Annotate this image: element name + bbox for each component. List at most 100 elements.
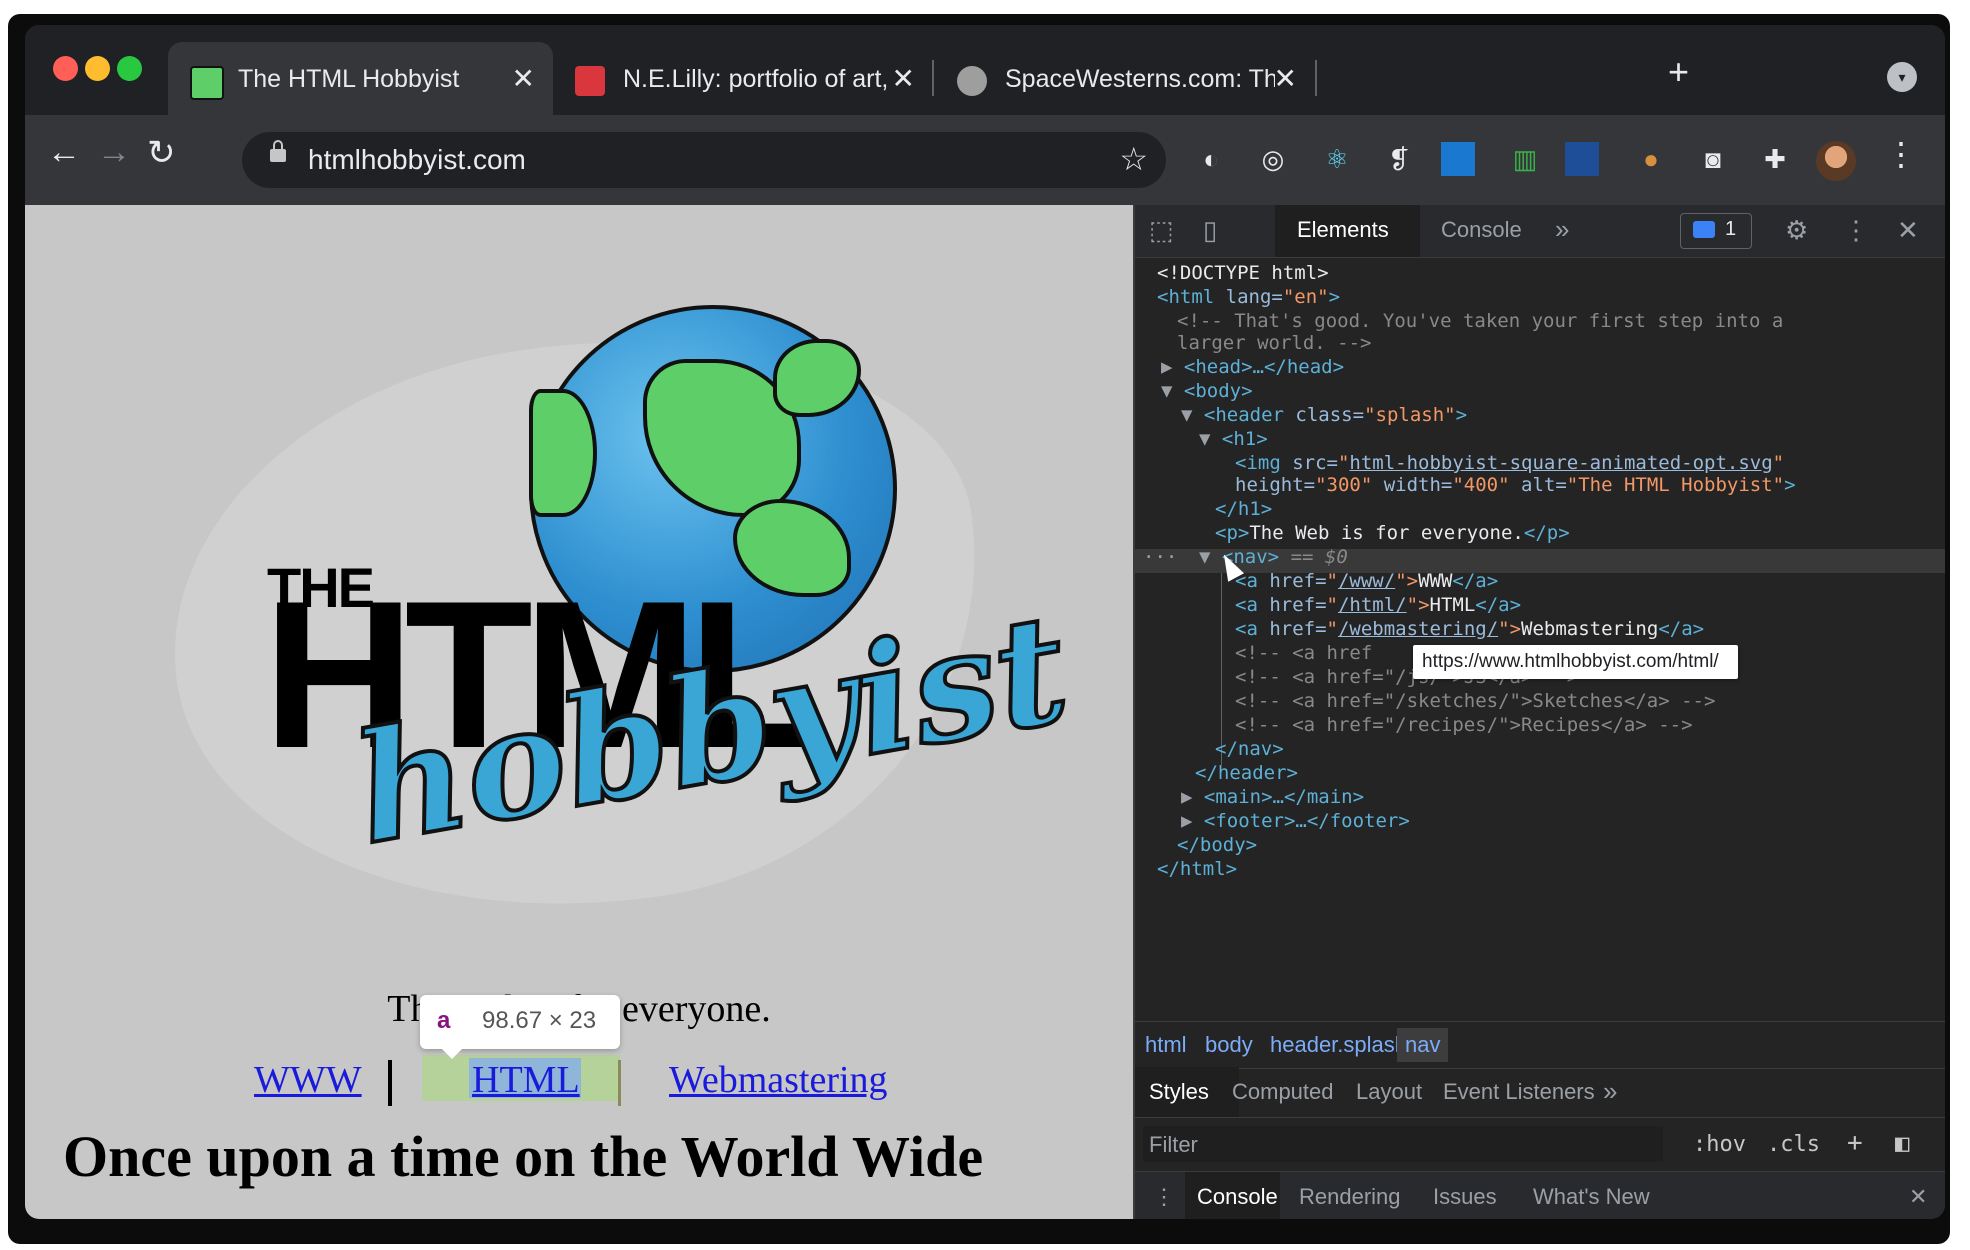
lock-icon[interactable] (270, 140, 286, 162)
nav-link-html[interactable]: HTML (472, 1058, 580, 1102)
camera-icon[interactable]: ◙ (1691, 137, 1735, 181)
tab-computed[interactable]: Computed (1232, 1079, 1334, 1105)
tab-styles[interactable]: Styles (1149, 1079, 1209, 1105)
dom-line[interactable]: </body> (1177, 833, 1257, 857)
cls-button[interactable]: .cls (1767, 1132, 1820, 1157)
drawer-tab-rendering[interactable]: Rendering (1299, 1184, 1401, 1210)
cookie-icon[interactable]: ● (1629, 137, 1673, 181)
extension-icon[interactable] (1441, 142, 1475, 176)
dom-line[interactable]: ▶ <footer>…</footer> (1181, 809, 1410, 833)
more-options-icon[interactable]: ⋮ (1843, 215, 1869, 246)
close-window-button[interactable] (53, 56, 78, 81)
new-tab-button[interactable]: + (1668, 51, 1689, 93)
expand-arrow-icon[interactable]: ▶ (1181, 810, 1192, 832)
dom-line[interactable]: ▼ <h1> (1199, 427, 1268, 451)
dom-line[interactable]: height="300" width="400" alt="The HTML H… (1235, 473, 1796, 497)
dom-line[interactable]: <!-- <a href (1235, 641, 1372, 665)
tab-spacewesterns[interactable]: SpaceWesterns.com: The e-zine ✕ (935, 42, 1315, 115)
dom-line[interactable]: larger world. --> (1177, 331, 1371, 355)
hov-button[interactable]: :hov (1693, 1132, 1746, 1157)
attr-link[interactable]: /html/ (1338, 594, 1407, 616)
forward-icon[interactable]: → (97, 133, 131, 172)
nav-link-www[interactable]: WWW (254, 1058, 362, 1102)
breadcrumb-html[interactable]: html (1145, 1032, 1187, 1058)
more-tabs-icon[interactable]: » (1555, 214, 1569, 245)
target-icon[interactable]: ◎ (1251, 137, 1295, 181)
tab-search-icon[interactable]: ▾ (1887, 62, 1917, 92)
dom-line[interactable]: <!-- <a href="/sketches/">Sketches</a> -… (1235, 689, 1715, 713)
react-icon[interactable]: ⚛ (1315, 137, 1359, 181)
collapse-arrow-icon[interactable]: ▼ (1181, 404, 1192, 426)
url-text[interactable]: htmlhobbyist.com (308, 144, 526, 176)
breadcrumb-body[interactable]: body (1205, 1032, 1253, 1058)
tab-elements[interactable]: Elements (1297, 217, 1389, 243)
dom-line[interactable]: <p>The Web is for everyone.</p> (1215, 521, 1570, 545)
tab-layout[interactable]: Layout (1356, 1079, 1422, 1105)
dom-line[interactable]: ▶ <main>…</main> (1181, 785, 1364, 809)
breadcrumb-nav[interactable]: nav (1397, 1028, 1449, 1062)
dom-line[interactable]: ▶ <head>…</head> (1161, 355, 1344, 379)
reload-icon[interactable]: ↻ (147, 133, 176, 173)
more-actions-icon[interactable]: ··· (1143, 546, 1177, 568)
dom-line[interactable]: </html> (1157, 857, 1237, 881)
close-tab-icon[interactable]: ✕ (892, 62, 915, 95)
maximize-window-button[interactable] (117, 56, 142, 81)
nav-link-webmastering[interactable]: Webmastering (669, 1058, 888, 1102)
dom-line[interactable]: <a href="/www/">WWW</a> (1235, 569, 1498, 593)
dom-line[interactable]: ▼ <body> (1161, 379, 1253, 403)
inspect-icon[interactable]: ⬚ (1149, 215, 1174, 246)
more-subtabs-icon[interactable]: » (1603, 1076, 1617, 1107)
dom-line[interactable]: <!-- <a href="/recipes/">Recipes</a> --> (1235, 713, 1693, 737)
dom-line[interactable]: <!-- That's good. You've taken your firs… (1177, 309, 1783, 333)
chart-icon[interactable]: ▥ (1503, 137, 1547, 181)
tab-html-hobbyist[interactable]: The HTML Hobbyist ✕ (168, 42, 553, 115)
avatar[interactable] (1816, 141, 1856, 181)
drawer-tab-issues[interactable]: Issues (1433, 1184, 1497, 1210)
dom-line[interactable]: </header> (1195, 761, 1298, 785)
breadcrumb-header[interactable]: header.splash (1270, 1032, 1407, 1058)
dom-line[interactable]: </h1> (1215, 497, 1272, 521)
extension-icon[interactable] (1565, 142, 1599, 176)
star-icon[interactable]: ☆ (1119, 140, 1148, 178)
dom-line[interactable]: <!DOCTYPE html> (1157, 261, 1329, 285)
extension-icon[interactable]: ❡ (1377, 137, 1421, 181)
collapse-arrow-icon[interactable]: ▼ (1199, 546, 1210, 568)
close-tab-icon[interactable]: ✕ (512, 62, 535, 95)
tab-event-listeners[interactable]: Event Listeners (1443, 1079, 1595, 1105)
extension-icon[interactable]: ◐ (1189, 137, 1233, 181)
close-tab-icon[interactable]: ✕ (1274, 62, 1297, 95)
drawer-tab-console[interactable]: Console (1197, 1184, 1278, 1210)
filter-input[interactable] (1143, 1126, 1663, 1162)
expand-arrow-icon[interactable]: ▶ (1181, 786, 1192, 808)
dom-line-selected[interactable]: ··· (1143, 545, 1177, 569)
dom-line[interactable]: <a href="/webmastering/">Webmastering</a… (1235, 617, 1704, 641)
address-bar[interactable]: htmlhobbyist.com ☆ (242, 132, 1166, 188)
toggle-sidebar-icon[interactable]: ◧ (1895, 1129, 1909, 1157)
close-drawer-icon[interactable]: ✕ (1909, 1184, 1927, 1210)
tab-console[interactable]: Console (1441, 217, 1522, 243)
attr-link[interactable]: /www/ (1338, 570, 1395, 592)
dom-line[interactable]: ▼ <header class="splash"> (1181, 403, 1467, 427)
dom-line[interactable]: <html lang="en"> (1157, 285, 1340, 309)
collapse-arrow-icon[interactable]: ▼ (1199, 428, 1210, 450)
drawer-menu-icon[interactable]: ⋮ (1153, 1184, 1175, 1210)
collapse-arrow-icon[interactable]: ▼ (1161, 380, 1172, 402)
minimize-window-button[interactable] (85, 56, 110, 81)
tab-nelilly[interactable]: N.E.Lilly: portfolio of art, development… (553, 42, 933, 115)
attr-link[interactable]: /webmastering/ (1338, 618, 1498, 640)
gear-icon[interactable]: ⚙ (1785, 215, 1808, 246)
dom-line[interactable]: <a href="/html/">HTML</a> (1235, 593, 1521, 617)
extensions-icon[interactable]: ✚ (1753, 137, 1797, 181)
text-node: Webmastering (1521, 618, 1659, 640)
dom-line[interactable]: <img src="html-hobbyist-square-animated-… (1235, 451, 1784, 475)
add-rule-icon[interactable]: + (1847, 1128, 1863, 1158)
issues-badge[interactable]: 1 (1680, 213, 1752, 249)
close-devtools-icon[interactable]: ✕ (1897, 215, 1919, 246)
expand-arrow-icon[interactable]: ▶ (1161, 356, 1172, 378)
more-menu-icon[interactable]: ⋮ (1885, 135, 1917, 173)
dom-line[interactable]: </nav> (1215, 737, 1284, 761)
back-icon[interactable]: ← (47, 133, 81, 172)
drawer-tab-whats-new[interactable]: What's New (1533, 1184, 1650, 1210)
attr-link[interactable]: html-hobbyist-square-animated-opt.svg (1349, 452, 1772, 474)
device-icon[interactable]: ▯ (1203, 215, 1217, 246)
